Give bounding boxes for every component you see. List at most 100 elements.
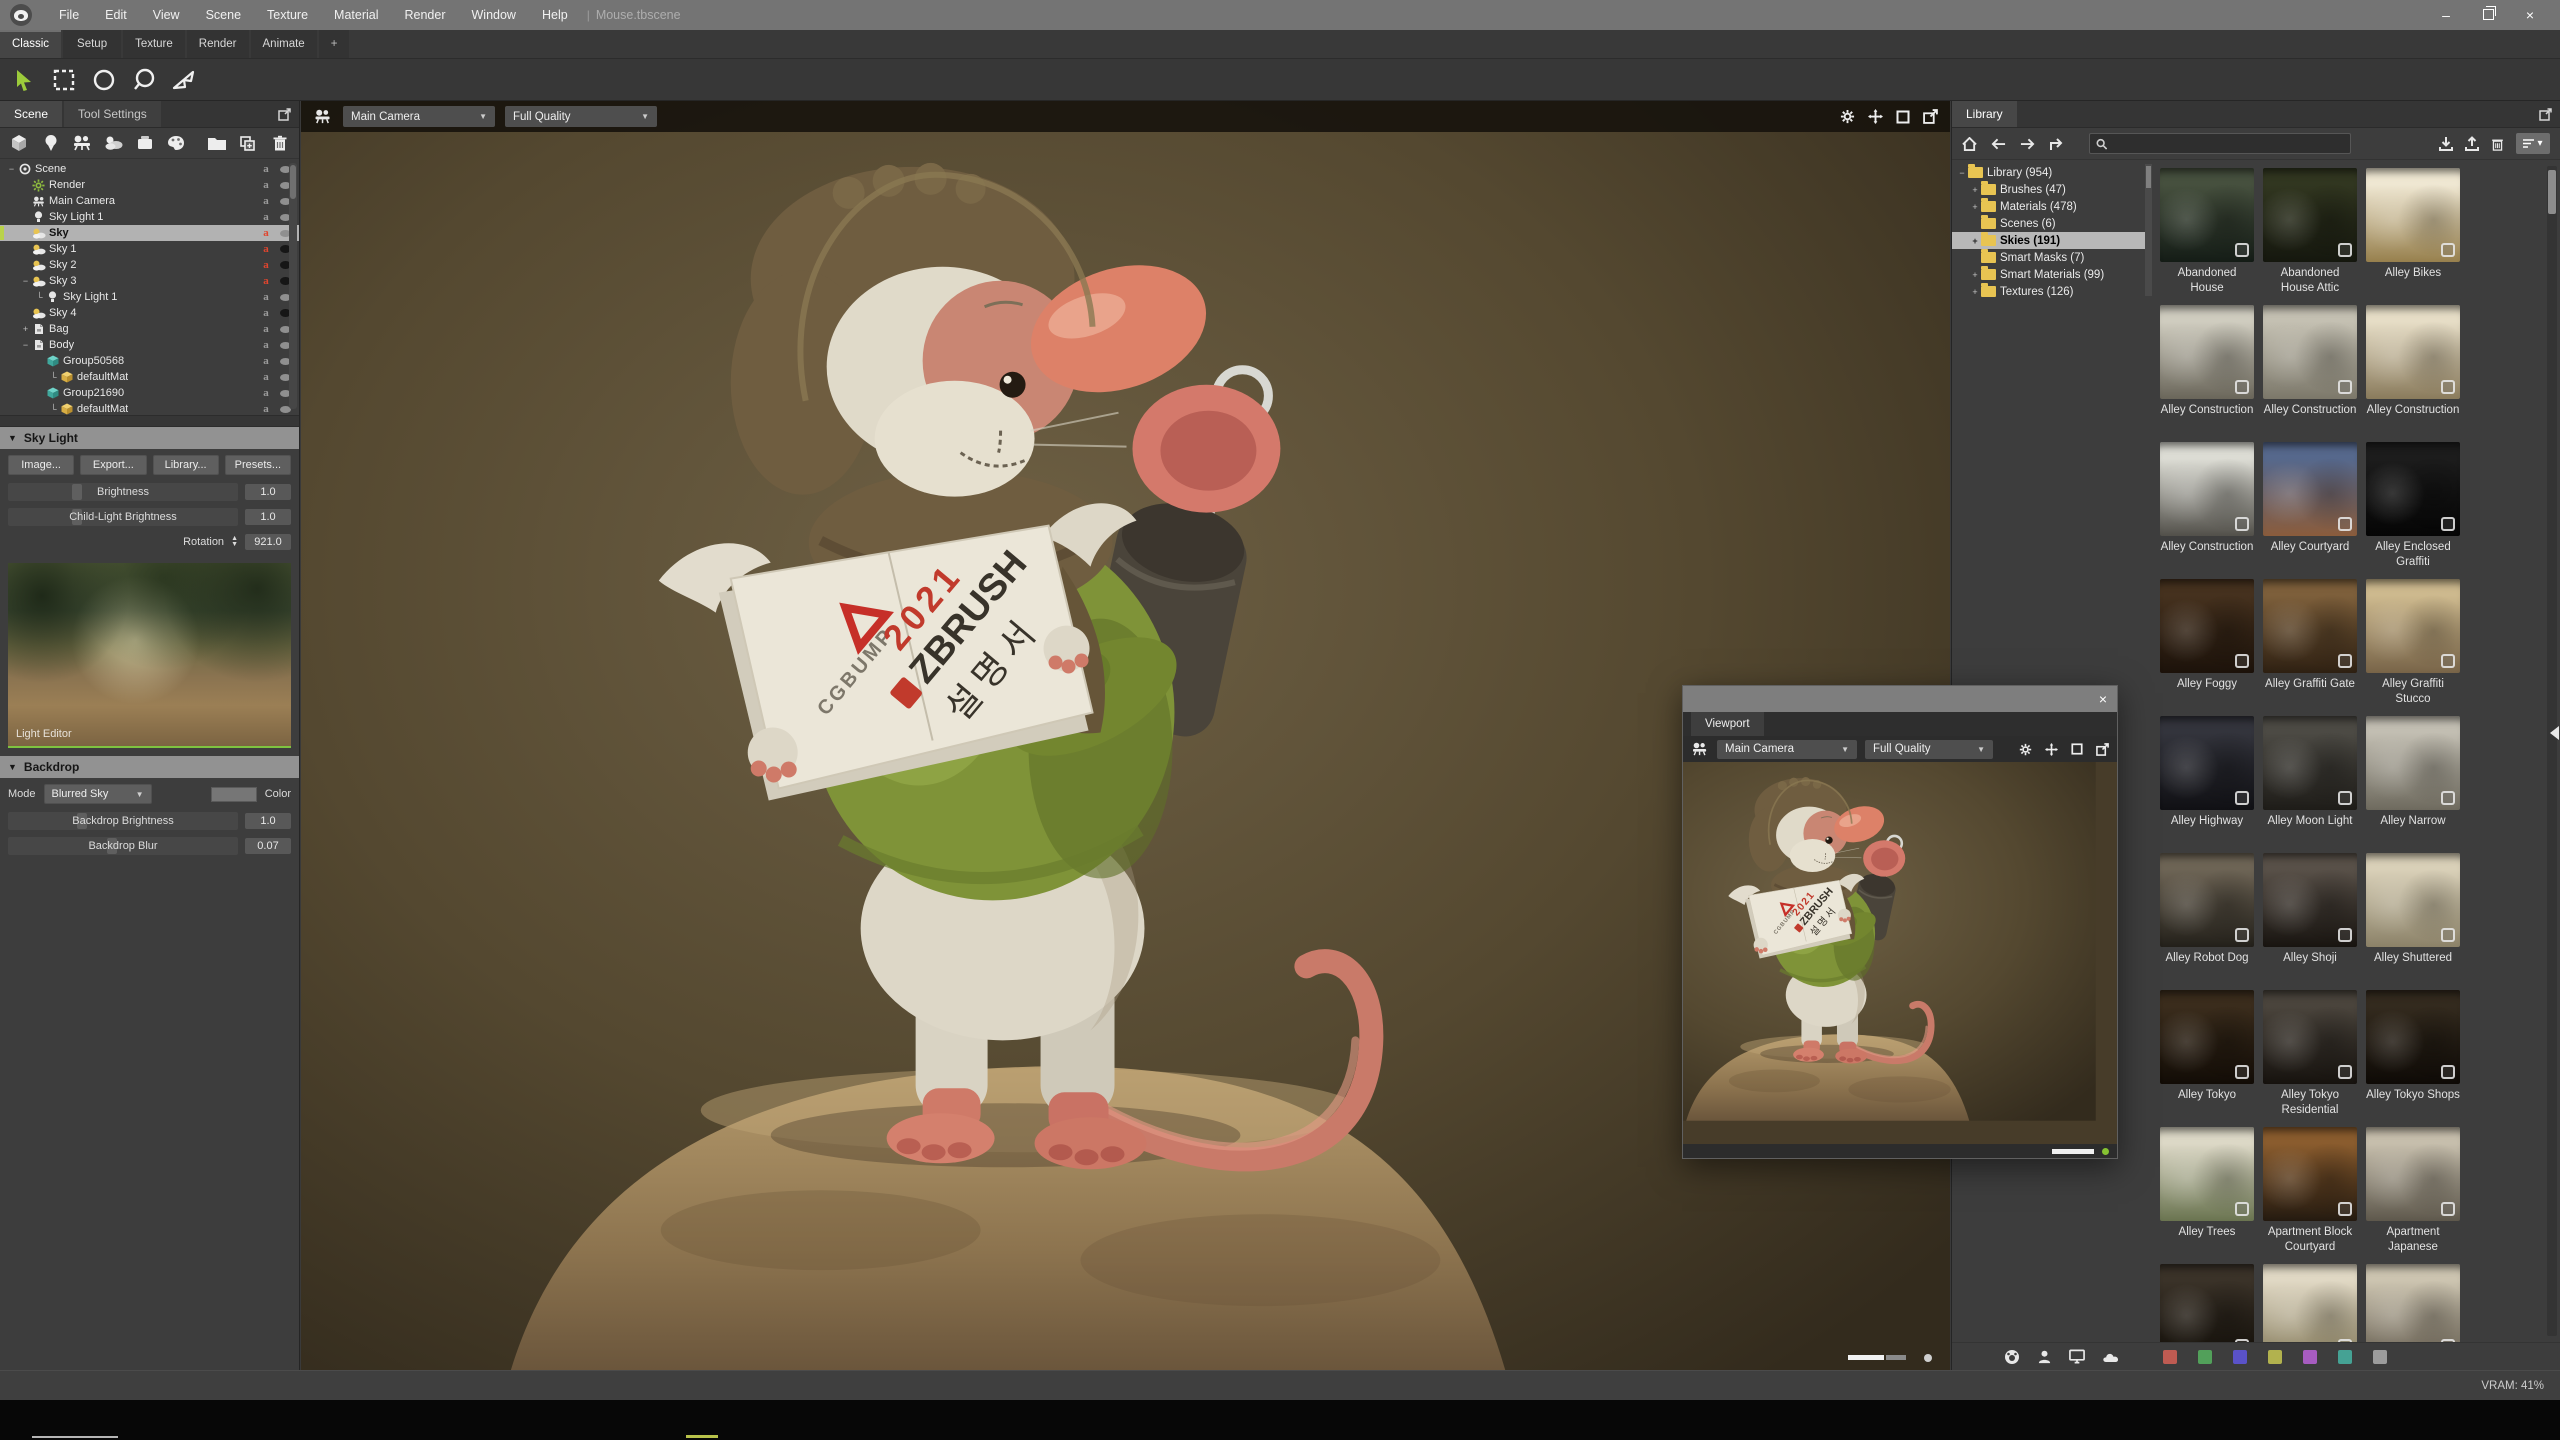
import-icon[interactable] [2439,136,2453,151]
image-button[interactable]: Image... [8,455,74,475]
lock-toggle-icon[interactable]: a [257,163,275,175]
sort-dropdown[interactable]: ▾ [2516,133,2550,154]
add-sky-icon[interactable] [102,129,124,157]
library-folder-smart-masks-7-[interactable]: Smart Masks (7) [1952,249,2152,266]
scene-node-sky[interactable]: Skya [0,225,299,241]
delete-icon[interactable] [269,129,291,157]
lock-toggle-icon[interactable]: a [257,227,275,239]
scene-node-sky-2[interactable]: Sky 2a [0,257,299,273]
thumbnail-corner-button[interactable] [2235,1339,2249,1342]
sky-asset-alley-tokyo[interactable]: Alley Tokyo [2160,990,2254,1127]
toolbag-logo-icon[interactable] [10,4,32,26]
lock-toggle-icon[interactable]: a [257,259,275,271]
sky-thumbnail[interactable] [2263,990,2357,1084]
slider-value[interactable]: 1.0 [245,813,291,829]
thumbnail-corner-button[interactable] [2235,791,2249,805]
menu-file[interactable]: File [46,8,92,22]
sky-asset-alley-narrow[interactable]: Alley Narrow [2366,716,2460,853]
thumbnail-corner-button[interactable] [2441,928,2455,942]
sky-thumbnail[interactable] [2160,579,2254,673]
add-workspace-tab[interactable]: + [319,30,350,58]
presets-button[interactable]: Presets... [225,455,291,475]
slider-value[interactable]: 1.0 [245,509,291,525]
sky-thumbnail[interactable] [2366,579,2460,673]
slider-value[interactable]: 0.07 [245,838,291,854]
sky-asset-abandoned-house[interactable]: Abandoned House [2160,168,2254,305]
thumbnail-corner-button[interactable] [2441,1065,2455,1079]
add-object-icon[interactable] [8,129,30,157]
menu-material[interactable]: Material [321,8,391,22]
panel-collapse-arrow[interactable] [2550,726,2559,740]
tree-expander[interactable]: + [1969,236,1981,246]
tree-expander[interactable]: − [6,164,17,174]
tree-expander[interactable]: − [20,276,31,286]
sky-asset-alley-courtyard[interactable]: Alley Courtyard [2263,442,2357,579]
sky-asset-alley-construction[interactable]: Alley Construction [2366,305,2460,442]
export-icon[interactable] [2465,136,2479,151]
pan-move-icon[interactable] [1868,109,1883,124]
thumbnail-corner-button[interactable] [2338,1202,2352,1216]
thumbnail-corner-button[interactable] [2235,654,2249,668]
sky-asset-alley-graffiti-stucco[interactable]: Alley Graffiti Stucco [2366,579,2460,716]
scene-node-main-camera[interactable]: Main Cameraa [0,193,299,209]
sky-asset-alley-graffiti-gate[interactable]: Alley Graffiti Gate [2263,579,2357,716]
tree-expander[interactable]: − [1956,168,1968,178]
scene-node-group50568[interactable]: Group50568a [0,353,299,369]
thumbnail-corner-button[interactable] [2338,928,2352,942]
quality-dropdown[interactable]: Full Quality▼ [505,106,657,127]
lock-toggle-icon[interactable]: a [257,291,275,303]
cloud-icon[interactable] [2102,1351,2120,1363]
sky-asset-row9-24[interactable] [2160,1264,2254,1342]
sky-asset-alley-shoji[interactable]: Alley Shoji [2263,853,2357,990]
polygon-select-icon[interactable] [170,66,198,94]
sky-thumbnail[interactable] [2263,579,2357,673]
sky-thumbnail[interactable] [2366,1264,2460,1342]
menu-edit[interactable]: Edit [92,8,140,22]
sky-thumbnail[interactable] [2160,990,2254,1084]
color-filter-swatch-4[interactable] [2268,1350,2282,1364]
sky-thumbnail[interactable] [2366,442,2460,536]
duplicate-icon[interactable] [237,129,259,157]
thumbnail-corner-button[interactable] [2338,380,2352,394]
rotation-value[interactable]: 921.0 [245,534,291,550]
workspace-tab-setup[interactable]: Setup [63,30,121,58]
sky-asset-alley-bikes[interactable]: Alley Bikes [2366,168,2460,305]
tree-expander[interactable]: + [1969,287,1981,297]
sky-asset-alley-tokyo-shops[interactable]: Alley Tokyo Shops [2366,990,2460,1127]
sky-thumbnail[interactable] [2160,716,2254,810]
panel-popout-icon[interactable] [278,101,299,127]
sky-asset-apartment-block-courtyard[interactable]: Apartment Block Courtyard [2263,1127,2357,1264]
thumbnail-corner-button[interactable] [2441,1202,2455,1216]
sky-thumbnail[interactable] [2263,305,2357,399]
camera-dropdown[interactable]: Main Camera▼ [343,106,495,127]
backdrop-backdrop-blur-slider[interactable]: Backdrop Blur0.07 [8,837,291,855]
tree-expander[interactable]: + [1969,202,1981,212]
workspace-tab-render[interactable]: Render [187,30,249,58]
skylight-brightness-slider[interactable]: Brightness1.0 [8,483,291,501]
lock-toggle-icon[interactable]: a [257,387,275,399]
thumbnail-corner-button[interactable] [2235,928,2249,942]
sky-asset-row9-26[interactable] [2366,1264,2460,1342]
tab-tool-settings[interactable]: Tool Settings [64,101,161,127]
popout-icon[interactable] [2096,743,2109,756]
maximize-icon[interactable] [2071,743,2083,755]
thumbnail-corner-button[interactable] [2235,1202,2249,1216]
sky-thumbnail[interactable] [2366,716,2460,810]
back-icon[interactable] [1991,138,2006,150]
scene-node-sky-4[interactable]: Sky 4a [0,305,299,321]
lock-toggle-icon[interactable]: a [257,371,275,383]
select-arrow-icon[interactable] [10,66,38,94]
menu-view[interactable]: View [140,8,193,22]
sky-preview-image[interactable]: Light Editor [8,563,291,748]
sky-thumbnail[interactable] [2366,1127,2460,1221]
sky-thumbnail[interactable] [2160,442,2254,536]
backdrop-mode-dropdown[interactable]: Blurred Sky▼ [44,784,152,804]
sky-asset-alley-trees[interactable]: Alley Trees [2160,1127,2254,1264]
scene-node-bag[interactable]: +Baga [0,321,299,337]
export-button[interactable]: Export... [80,455,146,475]
sky-asset-alley-robot-dog[interactable]: Alley Robot Dog [2160,853,2254,990]
library-tree-scrollbar[interactable] [2145,164,2152,296]
sky-thumbnail[interactable] [2160,853,2254,947]
thumbnail-corner-button[interactable] [2338,1065,2352,1079]
sky-thumbnail[interactable] [2263,1127,2357,1221]
